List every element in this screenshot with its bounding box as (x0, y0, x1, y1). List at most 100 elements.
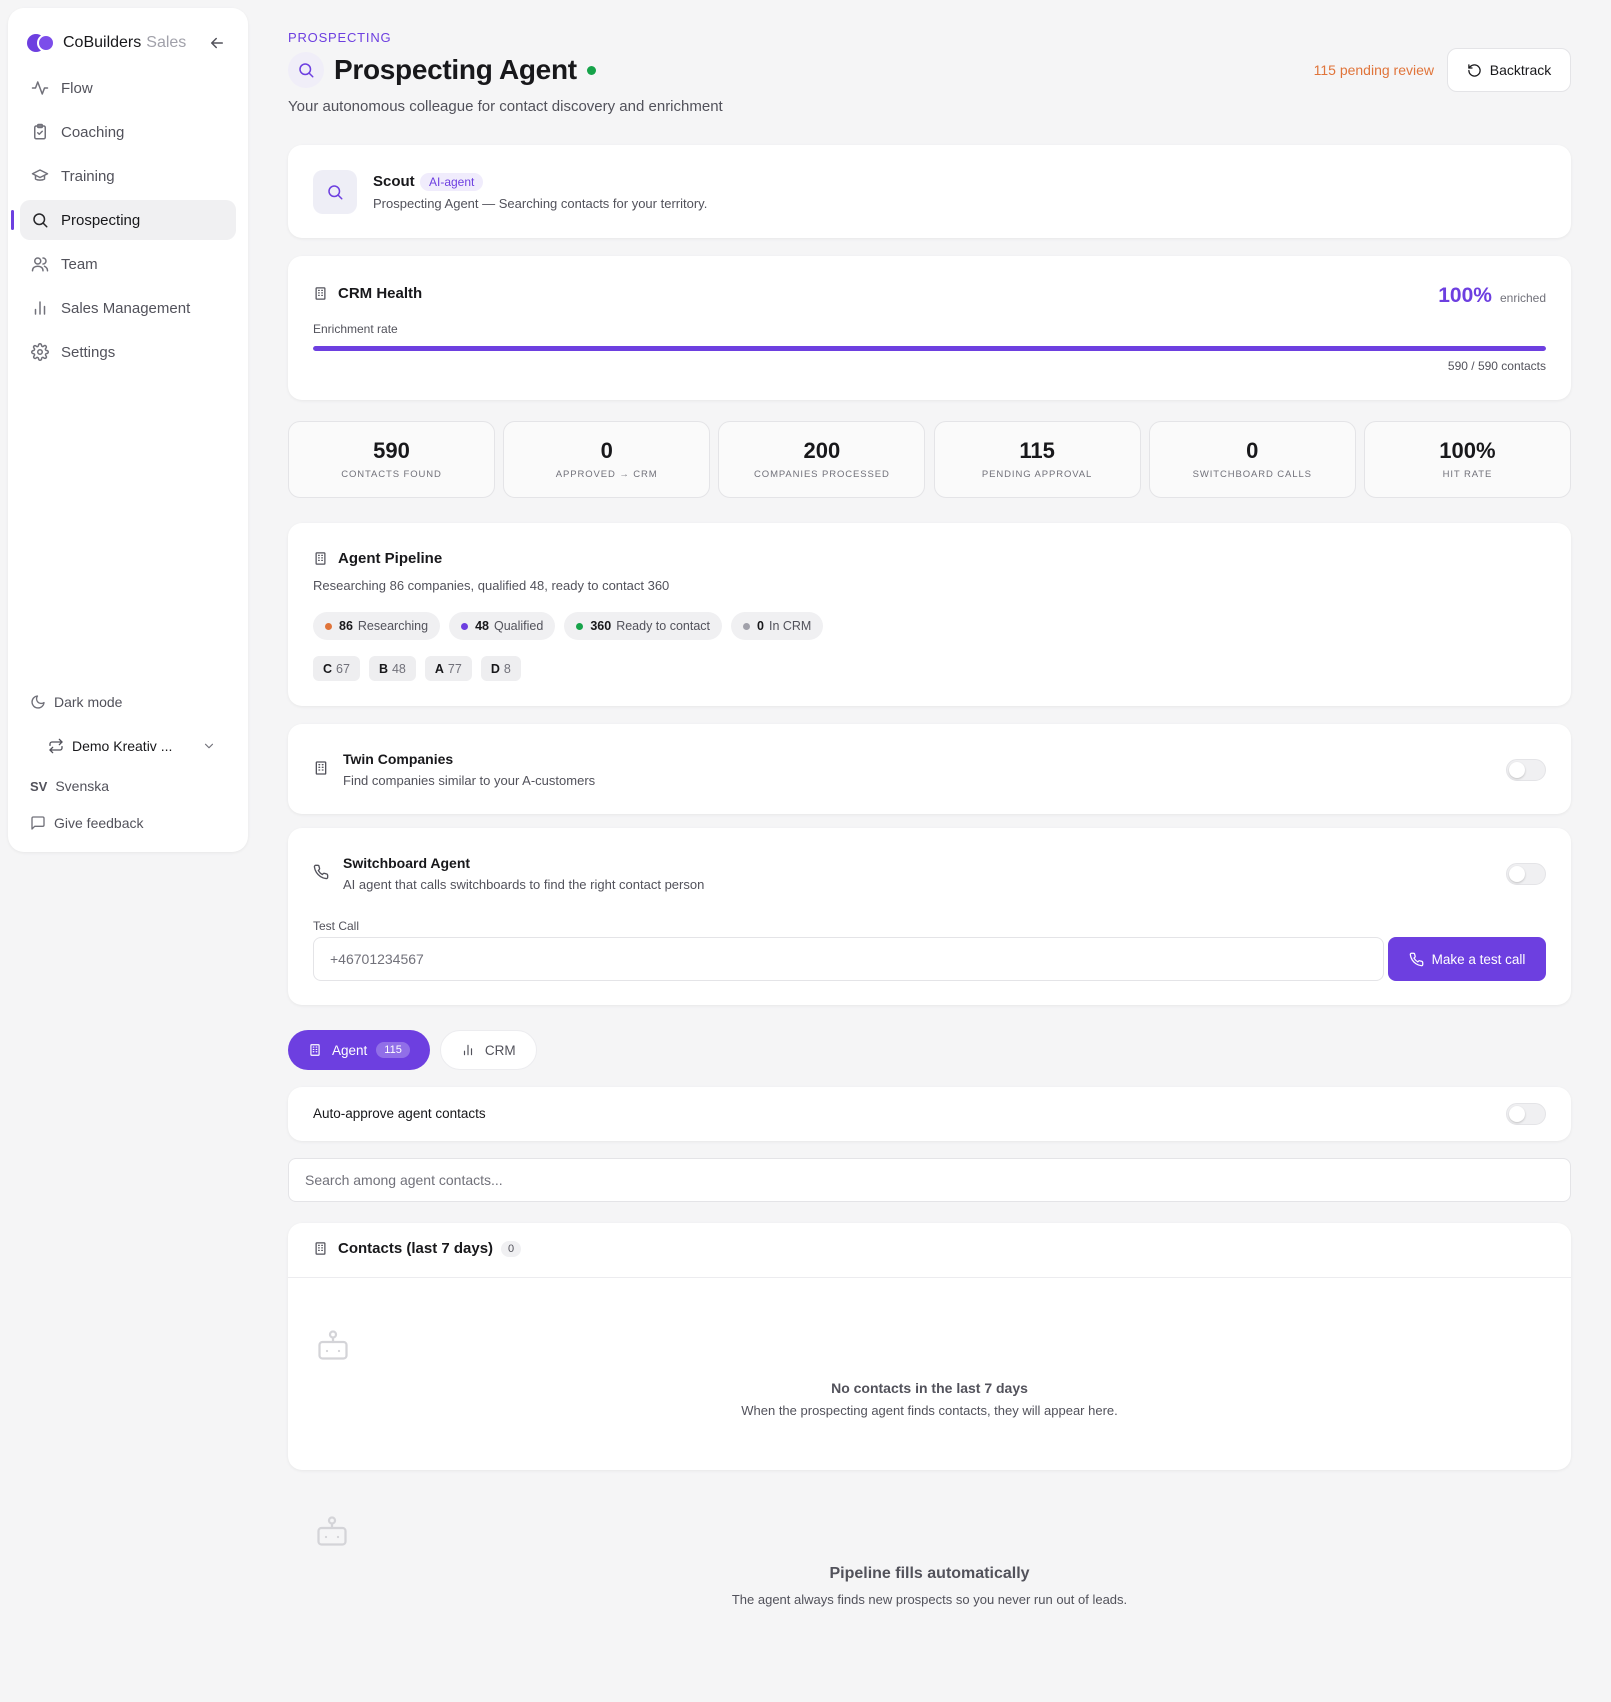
backtrack-button[interactable]: Backtrack (1447, 48, 1571, 92)
stage-researching[interactable]: 86 Researching (313, 612, 441, 640)
sidebar-item-flow[interactable]: Flow (20, 68, 236, 108)
contacts-card: Contacts (last 7 days) 0 No contacts in … (288, 1223, 1571, 1470)
sidebar-item-label: Prospecting (61, 211, 141, 229)
stage-label: In CRM (768, 619, 812, 633)
stage-qualified[interactable]: 48 Qualified (449, 612, 556, 640)
dark-mode-label: Dark mode (54, 694, 123, 710)
scout-card: Scout AI-agent Prospecting Agent — Searc… (288, 145, 1571, 238)
twin-companies-title: Twin Companies (343, 751, 454, 767)
agent-description: Prospecting Agent — Searching contacts f… (373, 196, 708, 211)
pipeline-title: Agent Pipeline (338, 550, 443, 567)
stage-dot (325, 622, 332, 630)
sidebar-item-training[interactable]: Training (20, 156, 236, 196)
building-icon (310, 1044, 320, 1056)
contacts-empty-description: When the prospecting agent finds contact… (741, 1403, 1118, 1418)
agent-contacts-search-input[interactable] (288, 1158, 1571, 1202)
pipeline-empty-title: Pipeline fills automatically (829, 1565, 1030, 1582)
grade-badges: C 67 B 48 A 77 D 8 (313, 656, 530, 681)
stage-count: 48 (475, 619, 489, 633)
stage-dot (576, 622, 584, 630)
stat-value: 590 (373, 438, 410, 463)
sidebar-item-sales-management[interactable]: Sales Management (20, 288, 236, 328)
stage-in-crm[interactable]: 0 In CRM (731, 612, 824, 640)
switchboard-toggle[interactable] (1506, 863, 1546, 885)
message-square-icon (31, 816, 45, 830)
language-selector[interactable]: SV Svenska (30, 778, 230, 794)
pending-review-link[interactable]: 115 pending review (1314, 62, 1434, 78)
tab-agent[interactable]: Agent 115 (288, 1030, 430, 1070)
collapse-sidebar-icon[interactable] (208, 34, 226, 52)
make-test-call-button[interactable]: Make a test call (1388, 937, 1546, 981)
workspace-switcher[interactable]: Demo Kreativ ... (28, 728, 228, 764)
contacts-title: Contacts (last 7 days) (338, 1240, 494, 1257)
clipboard-icon (34, 123, 46, 140)
stat-value: 200 (803, 438, 841, 463)
tab-crm[interactable]: CRM (439, 1030, 537, 1070)
auto-approve-toggle[interactable] (1506, 1103, 1546, 1125)
sidebar-item-label: Settings (61, 343, 116, 361)
switch-icon (49, 738, 63, 754)
sidebar-item-coaching[interactable]: Coaching (20, 112, 236, 152)
sidebar: CoBuilders Sales Flow Coaching Training … (8, 8, 248, 852)
stat-contacts-found: 590 Contacts found (288, 421, 495, 498)
contacts-divider (288, 1277, 1571, 1278)
grade-a-badge: A 77 (424, 656, 472, 681)
crm-health-title: CRM Health (338, 285, 423, 302)
give-feedback-link[interactable]: Give feedback (30, 815, 230, 831)
stage-dot (743, 622, 751, 630)
phone-icon (313, 864, 329, 880)
twin-companies-card: Twin Companies Find companies similar to… (288, 724, 1571, 814)
enrichment-progress-bar (313, 346, 1546, 351)
page-eyebrow: PROSPECTING (288, 30, 392, 45)
sidebar-item-label: Flow (61, 79, 93, 97)
stat-label: Switchboard calls (1192, 469, 1312, 480)
grade-count: 8 (503, 661, 511, 676)
sidebar-item-label: Coaching (61, 123, 125, 141)
grade-letter: D (490, 661, 500, 676)
grade-c-badge: C 67 (313, 656, 360, 681)
enriched-value: 100% (1438, 284, 1492, 307)
stage-count: 360 (590, 619, 612, 633)
stage-label: Ready to contact (616, 619, 711, 633)
robot-icon (318, 1330, 348, 1360)
enrichment-count: 590 / 590 contacts (1447, 359, 1546, 373)
stage-ready-to-contact[interactable]: 360 Ready to contact (564, 612, 723, 640)
moon-icon (31, 695, 45, 709)
crm-enriched-percent: 100% enriched (1438, 284, 1546, 308)
tab-label: CRM (484, 1042, 516, 1058)
brand-logo-icon (27, 34, 55, 52)
status-indicator (586, 65, 596, 75)
brand-name: CoBuilders (63, 34, 142, 51)
switchboard-agent-card: Switchboard Agent AI agent that calls sw… (288, 828, 1571, 1005)
make-test-call-label: Make a test call (1431, 951, 1526, 967)
contact-source-tabs: Agent 115 CRM (288, 1030, 547, 1070)
building-icon (315, 761, 327, 775)
sidebar-item-settings[interactable]: Settings (20, 332, 236, 372)
tab-label: Agent (332, 1042, 368, 1058)
stats-row: 590 Contacts found 0 Approved → CRM 200 … (288, 421, 1571, 498)
brand[interactable]: CoBuilders Sales (27, 25, 186, 61)
auto-approve-label: Auto-approve agent contacts (313, 1106, 486, 1121)
pipeline-summary: Researching 86 companies, qualified 48, … (313, 578, 670, 593)
pipeline-stages: 86 Researching 48 Qualified 360 Ready to… (313, 612, 832, 640)
grade-letter: B (378, 661, 388, 676)
grade-d-badge: D 8 (480, 656, 521, 681)
building-icon (315, 287, 326, 300)
language-label: Svenska (55, 778, 110, 794)
sidebar-item-prospecting[interactable]: Prospecting (11, 200, 236, 240)
stat-value: 0 (1246, 438, 1259, 463)
search-icon (288, 52, 324, 88)
sidebar-item-team[interactable]: Team (20, 244, 236, 284)
twin-companies-toggle[interactable] (1506, 759, 1546, 781)
phone-number-input[interactable] (313, 937, 1384, 981)
search-icon (313, 170, 357, 214)
switchboard-title: Switchboard Agent (343, 855, 471, 871)
give-feedback-label: Give feedback (54, 815, 144, 831)
pipeline-empty-description: The agent always finds new prospects so … (731, 1592, 1128, 1607)
contacts-empty-title: No contacts in the last 7 days (831, 1380, 1028, 1396)
dark-mode-toggle[interactable]: Dark mode (30, 694, 230, 710)
stat-pending-approval: 115 Pending approval (933, 421, 1141, 498)
stat-hit-rate: 100% Hit rate (1363, 421, 1571, 498)
stage-label: Researching (357, 619, 429, 633)
test-call-label: Test Call (313, 919, 360, 933)
